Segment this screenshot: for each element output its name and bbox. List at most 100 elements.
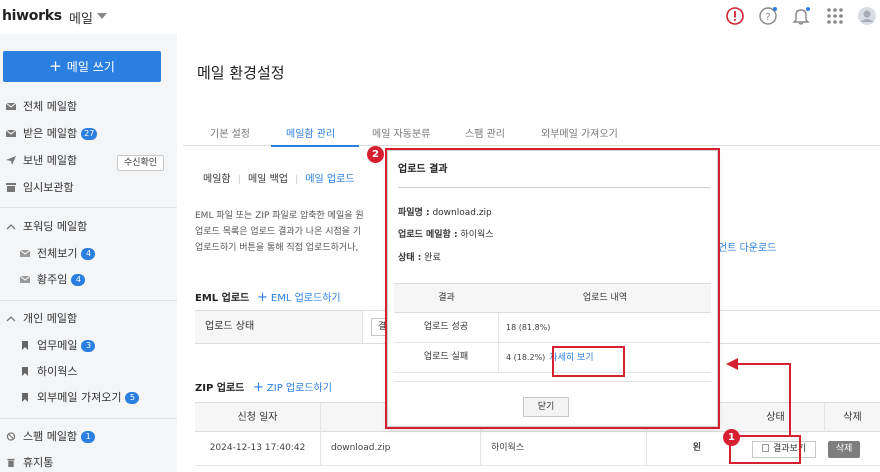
settings-tabs: 기본 설정 메일함 관리 메일 자동분류 스팸 관리 외부메일 가져오기 (183, 118, 880, 146)
sidebar-item-spam[interactable]: 스팸 메일함 1 (6, 428, 96, 446)
divider: | (294, 174, 299, 185)
inbox-icon (6, 129, 16, 137)
cell-state: 왼 (692, 443, 701, 453)
sidebar-item-work-mail[interactable]: 업무메일 3 (20, 337, 96, 355)
chevron-down-icon[interactable] (97, 13, 107, 19)
plus-icon: + (257, 290, 268, 305)
divider: | (237, 174, 241, 185)
block-icon (6, 432, 16, 441)
send-icon (6, 156, 16, 165)
hiworks-logo[interactable]: hiworks (2, 8, 62, 24)
bookmark-icon (22, 393, 28, 402)
subtab-mailbox[interactable]: 메일함 (203, 170, 231, 185)
sidebar-item-forward-hwang[interactable]: 황주임 4 (20, 271, 86, 289)
sidebar-item-trash[interactable]: 휴지통 (6, 454, 53, 472)
plus-icon: + (253, 380, 264, 395)
eml-section-title: EML 업로드 (195, 293, 250, 304)
upload-status-label: 업로드 상태 (195, 311, 363, 343)
step-badge-2: 2 (367, 146, 384, 163)
eml-upload-link[interactable]: + EML 업로드하기 (257, 289, 341, 305)
delete-button[interactable]: 삭제 (828, 441, 860, 458)
personal-section-header[interactable]: 개인 메일함 (6, 310, 77, 328)
sidebar-item-sent[interactable]: 보낸 메일함 (6, 152, 77, 170)
sidebar-item-label: 외부메일 가져오기 (37, 391, 122, 404)
cell-date: 2024-12-13 17:40:42 (195, 432, 321, 465)
divider (0, 418, 177, 419)
compose-button[interactable]: + 메일 쓰기 (3, 51, 161, 82)
bell-icon[interactable] (791, 6, 811, 26)
unread-count-badge: 4 (71, 274, 86, 286)
sidebar-item-hiworks[interactable]: 하이웍스 (20, 363, 77, 381)
sidebar-item-label: 업무메일 (37, 339, 78, 352)
cell-mailbox: 하이웍스 (481, 432, 647, 465)
tab-spam[interactable]: 스팸 관리 (465, 125, 505, 140)
zip-upload-label: ZIP 업로드하기 (266, 383, 332, 394)
sidebar-item-label: 하이웍스 (37, 365, 78, 378)
sidebar-item-inbox[interactable]: 받은 메일함 27 (6, 125, 98, 143)
zip-section-title: ZIP 업로드 (195, 383, 245, 394)
receipt-check-button[interactable]: 수신확인 (117, 155, 164, 171)
unread-count-badge: 3 (81, 340, 96, 352)
annotation-arrow (726, 358, 791, 435)
sidebar-item-drafts[interactable]: 임시보관함 (6, 179, 74, 197)
description-line: 업로드하기 버튼을 통해 직접 업로드하거나, (195, 243, 359, 253)
apps-grid-icon[interactable] (825, 6, 845, 26)
highlight-box-dialog (385, 148, 720, 429)
chevron-up-icon (6, 316, 16, 322)
sidebar-item-label: 황주임 (37, 273, 68, 286)
divider (0, 300, 177, 301)
compose-label: 메일 쓰기 (66, 60, 115, 74)
column-header-delete: 삭제 (843, 412, 862, 423)
user-avatar-icon[interactable] (857, 6, 877, 26)
zip-upload-link[interactable]: + ZIP 업로드하기 (253, 379, 332, 395)
drafts-icon (6, 183, 16, 192)
tab-auto-sort[interactable]: 메일 자동분류 (372, 125, 430, 140)
svg-text:?: ? (765, 12, 770, 23)
column-header-date: 신청 일자 (195, 403, 321, 432)
section-title: 개인 메일함 (23, 312, 78, 325)
cell-file: download.zip (321, 432, 481, 465)
help-icon[interactable]: ? (758, 6, 778, 26)
sidebar-item-external-mail[interactable]: 외부메일 가져오기 5 (20, 389, 140, 407)
description-line: EML 파일 또는 ZIP 파일로 압축한 메일을 원 (195, 211, 364, 221)
sidebar-item-label: 전체 메일함 (23, 100, 78, 113)
subtabs: 메일함 | 메일 백업 | 메일 업로드 (203, 170, 355, 185)
unread-count-badge: 4 (81, 248, 96, 260)
eml-upload-label: EML 업로드하기 (270, 293, 341, 304)
sidebar-item-label: 받은 메일함 (23, 127, 78, 140)
sidebar-item-label: 휴지통 (23, 456, 54, 469)
sidebar-item-label: 스팸 메일함 (23, 430, 78, 443)
top-bar: hiworks 메일 ? (0, 0, 880, 34)
subtab-backup[interactable]: 메일 백업 (248, 170, 288, 185)
sidebar-item-forward-all[interactable]: 전체보기 4 (20, 245, 96, 263)
bookmark-icon (22, 367, 28, 376)
trash-icon (7, 458, 15, 467)
plus-icon: + (49, 57, 62, 75)
tab-mailbox-management[interactable]: 메일함 관리 (286, 125, 335, 140)
bookmark-icon (22, 341, 28, 350)
chevron-up-icon (6, 224, 16, 230)
unread-count-badge: 5 (125, 392, 140, 404)
sidebar-item-label: 전체보기 (37, 247, 78, 260)
sidebar-item-label: 보낸 메일함 (23, 154, 78, 167)
divider (0, 207, 177, 208)
unread-count-badge: 27 (81, 128, 98, 140)
client-download-link[interactable]: 언트 다운로드 (718, 239, 776, 254)
sidebar: + 메일 쓰기 전체 메일함 받은 메일함 27 보낸 메일함 수신확인 임시보관함… (0, 34, 177, 472)
sidebar-item-all-mail[interactable]: 전체 메일함 (6, 98, 77, 116)
envelope-icon (6, 102, 16, 110)
subtab-upload[interactable]: 메일 업로드 (305, 170, 354, 185)
envelope-icon (20, 275, 30, 283)
sidebar-item-label: 임시보관함 (23, 181, 74, 194)
app-switcher[interactable]: 메일 (69, 8, 93, 27)
description-line: 업로드 목록은 업로드 결과가 나온 시점을 기 (195, 227, 362, 237)
tab-external-mail[interactable]: 외부메일 가져오기 (541, 125, 618, 140)
section-title: 포워딩 메일함 (23, 220, 88, 233)
envelope-icon (20, 249, 30, 257)
active-tab-indicator (271, 145, 359, 147)
alert-icon[interactable] (725, 6, 745, 26)
unread-count-badge: 1 (81, 431, 96, 443)
forwarding-section-header[interactable]: 포워딩 메일함 (6, 218, 87, 236)
tab-basic[interactable]: 기본 설정 (210, 125, 250, 140)
page-title: 메일 환경설정 (197, 64, 285, 82)
